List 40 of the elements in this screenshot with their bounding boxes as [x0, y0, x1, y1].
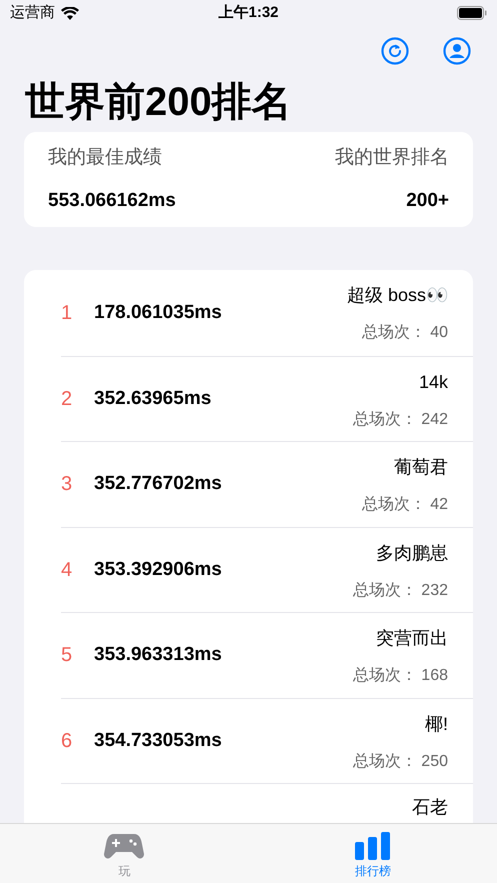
- rank-number: 5: [61, 643, 74, 668]
- page-title: 世界前200排名: [24, 79, 293, 126]
- games-count: 总场次： 40: [362, 323, 448, 343]
- rank-number: 2: [61, 386, 74, 412]
- score-value: 354.733053ms: [94, 728, 222, 752]
- player-name: 葡萄君: [394, 456, 448, 479]
- games-count: 总场次： 168: [352, 666, 448, 686]
- rank-number: 4: [61, 558, 74, 583]
- battery-icon: [457, 6, 487, 20]
- world-rank-value: 200+: [406, 188, 449, 212]
- player-name: 突营而出: [376, 627, 448, 650]
- status-time: 上午1:32: [218, 2, 279, 23]
- wifi-icon: [61, 6, 79, 20]
- world-rank-label: 我的世界排名: [335, 146, 449, 170]
- gamepad-icon: [104, 832, 144, 860]
- player-name: 超级 boss👀: [346, 284, 448, 307]
- player-name: 多肉鹏崽: [376, 542, 448, 564]
- score-value: 352.776702ms: [94, 472, 222, 496]
- score-value: 352.63965ms: [94, 386, 212, 410]
- rank-number: 1: [61, 300, 74, 326]
- rank-number: 6: [61, 728, 74, 754]
- best-score-value: 553.066162ms: [48, 188, 177, 212]
- carrier-label: 运营商: [10, 2, 55, 23]
- player-name: 14k: [418, 370, 448, 394]
- player-name: 石老: [412, 796, 448, 819]
- score-value: 353.392906ms: [94, 558, 222, 582]
- games-count: 总场次： 232: [352, 580, 448, 600]
- tab-item[interactable]: 玩: [0, 824, 248, 883]
- score-value: 353.963313ms: [94, 643, 222, 667]
- score-value: 178.061035ms: [94, 300, 222, 324]
- player-name: 椰!: [424, 712, 448, 736]
- rank-number: 3: [61, 472, 74, 498]
- games-count: 总场次： 250: [352, 752, 448, 772]
- best-score-label: 我的最佳成绩: [48, 146, 163, 170]
- refresh-button[interactable]: [381, 37, 409, 65]
- tab-item[interactable]: 排行榜: [248, 824, 497, 883]
- bar-chart-icon: [354, 832, 391, 860]
- games-count: 总场次： 42: [362, 495, 448, 515]
- profile-button[interactable]: [443, 37, 471, 65]
- games-count: 总场次： 242: [352, 410, 448, 430]
